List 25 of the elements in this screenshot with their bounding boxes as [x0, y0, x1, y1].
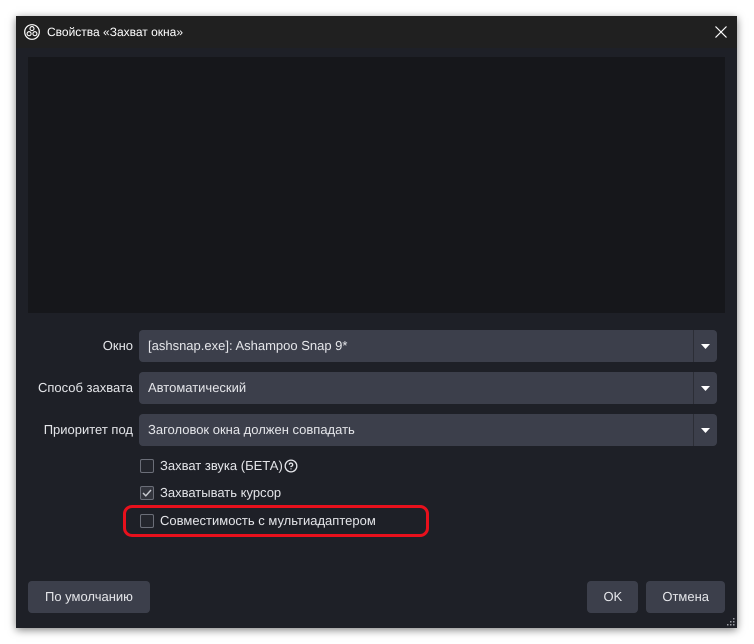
caret-icon [701, 386, 710, 390]
field-label: Приоритет под [42, 421, 133, 440]
checkbox-label: Захват звука (БЕТА) [160, 456, 283, 475]
app-logo-icon [24, 24, 40, 40]
dropdown[interactable]: Автоматический [139, 372, 717, 404]
close-button[interactable] [714, 25, 728, 39]
checkbox-label: Совместимость с мультиадаптером [160, 512, 376, 530]
window-title: Свойства «Захват окна» [47, 24, 184, 41]
checkbox[interactable] [140, 486, 154, 500]
caret-icon [701, 344, 710, 348]
checkmark-icon [142, 488, 152, 496]
field-label: Окно [102, 337, 133, 356]
dropdown[interactable]: [ashsnap.exe]: Ashampoo Snap 9* [139, 330, 717, 362]
checkbox[interactable] [140, 514, 154, 528]
checkbox-label: Захватывать курсор [160, 484, 282, 502]
caret-icon [701, 428, 710, 432]
resize-grip-icon [727, 618, 735, 626]
default-button[interactable]: По умолчанию [28, 581, 150, 613]
cancel-button[interactable]: Отмена [646, 581, 725, 613]
dropdown[interactable]: Заголовок окна должен совпадать [139, 414, 717, 446]
help-icon[interactable] [284, 458, 298, 472]
ok-button[interactable]: OK [587, 581, 638, 613]
checkbox[interactable] [140, 458, 154, 472]
field-label: Способ захвата [36, 379, 133, 398]
close-icon [715, 26, 727, 38]
